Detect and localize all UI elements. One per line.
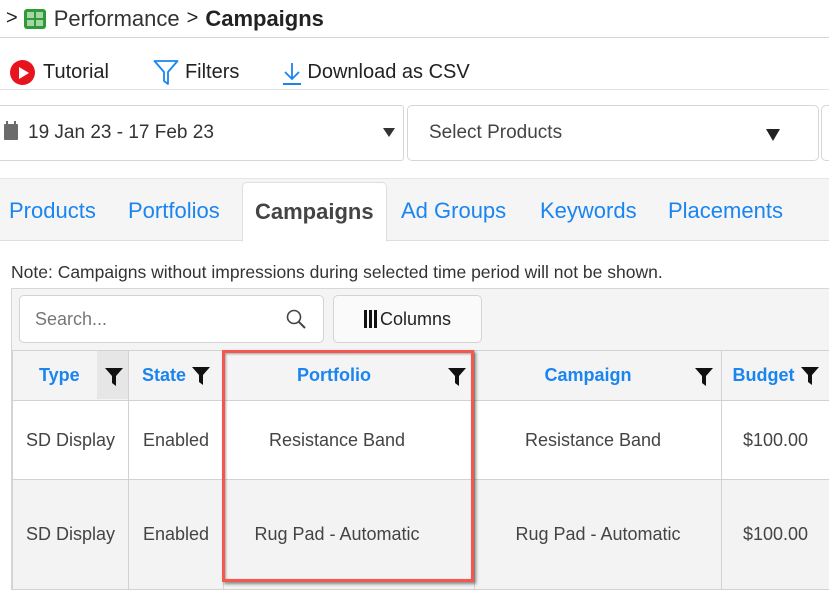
breadcrumb-current: Campaigns — [205, 5, 324, 31]
column-header-type[interactable]: Type — [12, 350, 129, 401]
breadcrumb-separator: > — [186, 7, 199, 29]
tutorial-button[interactable]: Tutorial — [10, 60, 109, 85]
columns-button[interactable]: Columns — [333, 295, 482, 343]
cell-state: Enabled — [128, 400, 224, 480]
cell-type: SD Display — [12, 479, 129, 590]
download-icon — [283, 62, 302, 85]
header-label: Portfolio — [297, 365, 371, 385]
cell-state: Enabled — [128, 479, 224, 590]
table-row[interactable]: SD Display Enabled Rug Pad - Automatic R… — [12, 479, 829, 590]
cell-portfolio: Rug Pad - Automatic — [223, 479, 475, 590]
calendar-icon — [4, 121, 18, 140]
note-text: Note: Campaigns without impressions duri… — [11, 262, 663, 282]
search-icon[interactable] — [285, 308, 307, 330]
header-label: Budget — [732, 365, 795, 385]
header-label: State — [141, 365, 186, 385]
column-header-campaign[interactable]: Campaign — [474, 350, 722, 401]
campaigns-table: Type State Portfolio Campaign Budget SD … — [12, 350, 829, 590]
filter-icon[interactable] — [448, 367, 466, 387]
breadcrumb: > Performance > Campaigns — [0, 0, 829, 38]
cell-portfolio: Resistance Band — [223, 400, 475, 480]
cell-budget: $100.00 — [721, 479, 829, 590]
toolbar: Tutorial Filters Download as CSV — [0, 56, 829, 90]
additional-filter-select[interactable] — [821, 105, 829, 161]
column-header-budget[interactable]: Budget — [721, 350, 829, 401]
tab-campaigns[interactable]: Campaigns — [242, 182, 387, 242]
sheet-grid-icon — [23, 8, 46, 29]
filters-label: Filters — [184, 61, 240, 83]
date-range-picker[interactable]: 19 Jan 23 - 17 Feb 23 — [0, 105, 404, 161]
filter-icon[interactable] — [105, 367, 123, 387]
tab-keywords[interactable]: Keywords — [540, 179, 637, 242]
column-header-state[interactable]: State — [128, 350, 224, 401]
breadcrumb-parent[interactable]: Performance — [54, 6, 180, 32]
cell-budget: $100.00 — [721, 400, 829, 480]
breadcrumb-prefix: > — [6, 7, 18, 29]
table-row[interactable]: SD Display Enabled Resistance Band Resis… — [12, 400, 829, 480]
product-select[interactable]: Select Products — [407, 105, 819, 161]
header-label: Type — [39, 365, 80, 385]
tab-portfolios[interactable]: Portfolios — [128, 179, 220, 242]
header-label: Campaign — [544, 365, 632, 385]
columns-icon — [363, 310, 377, 328]
search-field[interactable] — [19, 295, 324, 343]
play-icon — [10, 60, 35, 85]
funnel-icon — [153, 59, 179, 85]
filters-button[interactable]: Filters — [153, 59, 239, 87]
cell-type: SD Display — [12, 400, 129, 480]
table-header-row: Type State Portfolio Campaign Budget — [12, 350, 829, 401]
date-range-value: 19 Jan 23 - 17 Feb 23 — [28, 122, 214, 143]
caret-down-icon — [766, 129, 780, 141]
tutorial-label: Tutorial — [43, 61, 109, 83]
columns-label: Columns — [379, 308, 452, 329]
tab-bar: Products Portfolios Campaigns Ad Groups … — [0, 178, 829, 242]
search-input[interactable] — [35, 308, 275, 330]
product-select-placeholder: Select Products — [429, 122, 563, 143]
cell-campaign: Resistance Band — [474, 400, 722, 480]
caret-down-icon — [383, 128, 395, 137]
filter-icon[interactable] — [695, 367, 713, 387]
tab-products[interactable]: Products — [9, 179, 96, 242]
column-header-portfolio[interactable]: Portfolio — [223, 350, 475, 401]
download-csv-button[interactable]: Download as CSV — [281, 60, 470, 86]
tab-ad-groups[interactable]: Ad Groups — [401, 179, 506, 242]
filter-icon[interactable] — [192, 366, 210, 386]
download-label: Download as CSV — [307, 61, 470, 83]
filter-icon[interactable] — [800, 366, 819, 386]
data-grid: Columns Type State Portfolio Campa — [11, 288, 829, 590]
tab-placements[interactable]: Placements — [668, 179, 783, 242]
cell-campaign: Rug Pad - Automatic — [474, 479, 722, 590]
